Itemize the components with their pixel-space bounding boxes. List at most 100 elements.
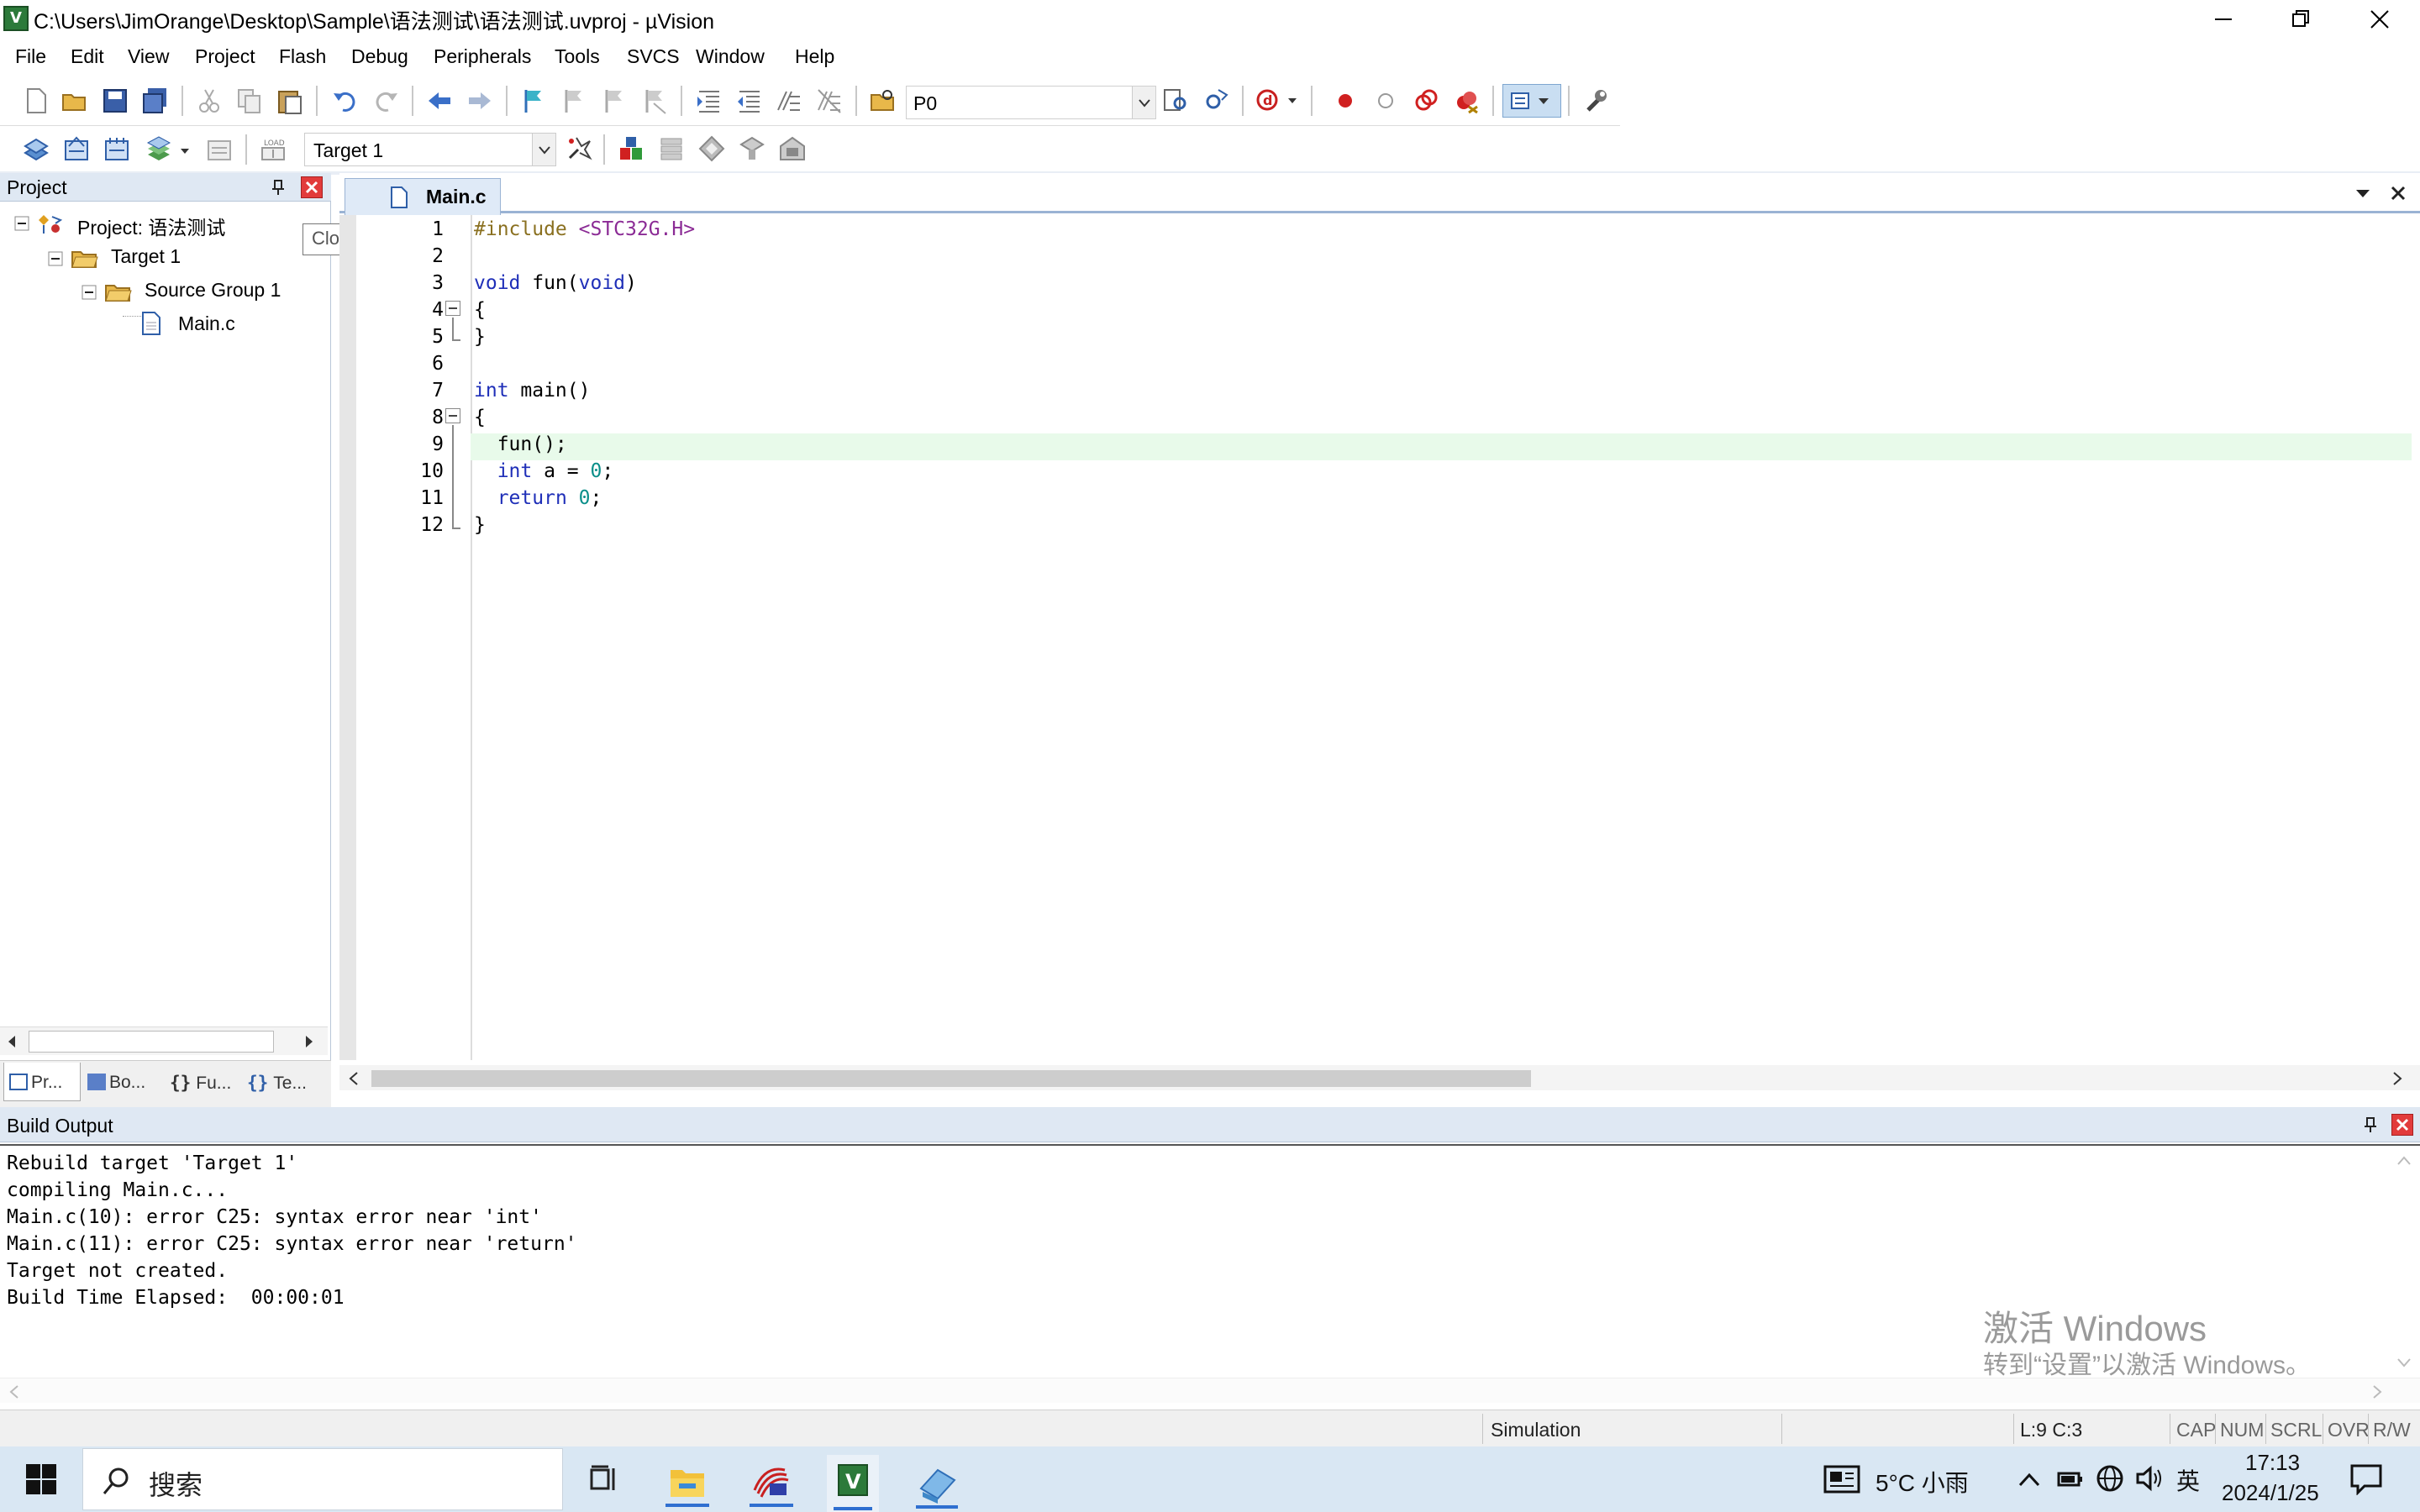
build-icon[interactable]: [62, 134, 91, 163]
next-bookmark-icon[interactable]: [600, 87, 629, 115]
redo-icon[interactable]: [371, 87, 400, 115]
battery-icon[interactable]: [2057, 1467, 2084, 1492]
scroll-left-icon[interactable]: [348, 1071, 360, 1086]
menu-window[interactable]: Window: [696, 45, 765, 68]
tab-books[interactable]: Bo...: [86, 1063, 163, 1101]
menu-peripherals[interactable]: Peripherals: [434, 45, 531, 68]
configure-wrench-icon[interactable]: [1581, 87, 1610, 115]
menu-flash[interactable]: Flash: [279, 45, 326, 68]
code-area[interactable]: #include <STC32G.H> void fun(void) { } i…: [471, 215, 2420, 1060]
debug-session-icon[interactable]: d: [1255, 87, 1284, 115]
collapse-toggle-icon[interactable]: [13, 215, 30, 232]
close-build-output-button[interactable]: [2391, 1114, 2413, 1136]
code-line-9-current[interactable]: fun();: [471, 433, 2412, 460]
save-icon[interactable]: [101, 87, 129, 115]
tree-item-target[interactable]: Target 1: [111, 245, 181, 268]
menu-debug[interactable]: Debug: [351, 45, 408, 68]
output-horizontal-scrollbar[interactable]: [0, 1378, 2420, 1403]
scroll-left-icon[interactable]: [5, 1034, 18, 1049]
tab-templates[interactable]: {} Te...: [245, 1063, 328, 1101]
stop-build-icon[interactable]: [205, 134, 234, 163]
tab-list-dropdown-icon[interactable]: [2353, 183, 2373, 203]
target-options-icon[interactable]: [565, 134, 593, 163]
menu-edit[interactable]: Edit: [71, 45, 104, 68]
indent-icon[interactable]: [694, 87, 723, 115]
pack-installer-icon[interactable]: [738, 134, 766, 163]
output-line[interactable]: compiling Main.c...: [7, 1179, 228, 1201]
code-line-6[interactable]: [471, 353, 2412, 380]
output-vertical-scrollbar[interactable]: [2391, 1149, 2417, 1378]
close-window-button[interactable]: [2339, 0, 2417, 39]
menu-project[interactable]: Project: [195, 45, 255, 68]
incremental-find-icon[interactable]: [1202, 87, 1230, 115]
output-line[interactable]: Rebuild target 'Target 1': [7, 1152, 297, 1174]
disable-all-breakpoints-icon[interactable]: [1412, 87, 1440, 115]
select-packs-icon[interactable]: [697, 134, 726, 163]
collapse-toggle-icon[interactable]: [47, 250, 64, 267]
file-explorer-icon[interactable]: [664, 1458, 711, 1507]
fold-toggle-icon[interactable]: [445, 408, 460, 423]
show-hidden-icons-icon[interactable]: [2017, 1470, 2042, 1490]
tab-functions[interactable]: {} Fu...: [168, 1063, 240, 1101]
clear-bookmarks-icon[interactable]: [640, 87, 669, 115]
menu-help[interactable]: Help: [795, 45, 834, 68]
save-all-icon[interactable]: [141, 87, 170, 115]
code-line-1[interactable]: #include <STC32G.H>: [471, 218, 2412, 245]
navigate-forward-icon[interactable]: [466, 87, 494, 115]
uncomment-icon[interactable]: [815, 87, 844, 115]
flash-tool-icon[interactable]: [748, 1458, 795, 1507]
code-line-3[interactable]: void fun(void): [471, 272, 2412, 299]
scroll-thumb[interactable]: [29, 1031, 274, 1053]
rebuild-icon[interactable]: [103, 134, 131, 163]
project-horizontal-scrollbar[interactable]: [0, 1026, 328, 1055]
prev-bookmark-icon[interactable]: [560, 87, 588, 115]
paste-icon[interactable]: [276, 87, 304, 115]
find-combo[interactable]: P0: [906, 86, 1156, 119]
output-line[interactable]: Main.c(10): error C25: syntax error near…: [7, 1206, 542, 1228]
chevron-down-icon[interactable]: [1132, 87, 1155, 118]
fold-toggle-icon[interactable]: [445, 301, 460, 316]
tree-item-source-group[interactable]: Source Group 1: [145, 279, 281, 302]
find-in-files-icon[interactable]: [869, 87, 897, 115]
copy-icon[interactable]: [235, 87, 264, 115]
tree-item-main-c[interactable]: Main.c: [178, 312, 235, 335]
scroll-left-icon[interactable]: [8, 1384, 20, 1399]
collapse-toggle-icon[interactable]: [81, 284, 97, 301]
network-globe-icon[interactable]: [2096, 1463, 2124, 1494]
code-line-10[interactable]: int a = 0;: [471, 460, 2412, 487]
menu-tools[interactable]: Tools: [555, 45, 600, 68]
input-method-indicator[interactable]: 英: [2176, 1463, 2200, 1497]
taskbar-search-box[interactable]: 搜索: [82, 1448, 563, 1510]
navigate-back-icon[interactable]: [425, 87, 454, 115]
close-editor-icon[interactable]: [2388, 183, 2408, 203]
output-line[interactable]: Build Time Elapsed: 00:00:01: [7, 1287, 345, 1309]
chevron-down-icon[interactable]: [532, 134, 555, 165]
volume-icon[interactable]: [2134, 1463, 2165, 1494]
output-line[interactable]: Main.c(11): error C25: syntax error near…: [7, 1233, 577, 1255]
stc-isp-icon[interactable]: [911, 1458, 963, 1509]
restore-button[interactable]: [2262, 0, 2339, 39]
code-line-2[interactable]: [471, 245, 2412, 272]
task-view-icon[interactable]: [588, 1463, 620, 1495]
tab-main-c[interactable]: Main.c: [345, 178, 501, 215]
pin-icon[interactable]: [2361, 1116, 2380, 1134]
window-layout-icon[interactable]: [1502, 84, 1561, 118]
target-select[interactable]: Target 1: [304, 133, 556, 166]
find-icon[interactable]: [1161, 87, 1190, 115]
kill-all-breakpoints-icon[interactable]: [1452, 87, 1481, 115]
code-line-11[interactable]: return 0;: [471, 487, 2412, 514]
manage-components-icon[interactable]: [657, 134, 686, 163]
bookmark-icon[interactable]: [519, 87, 548, 115]
undo-icon[interactable]: [331, 87, 360, 115]
uvision-taskbar-icon[interactable]: V: [827, 1455, 879, 1512]
news-widget-icon[interactable]: [1823, 1465, 1860, 1494]
code-line-7[interactable]: int main(): [471, 380, 2412, 407]
code-line-12[interactable]: }: [471, 514, 2412, 541]
menu-view[interactable]: View: [128, 45, 169, 68]
scroll-right-icon[interactable]: [2371, 1384, 2383, 1399]
pin-icon[interactable]: [269, 178, 287, 197]
minimize-button[interactable]: [2185, 0, 2262, 39]
editor-horizontal-scrollbar[interactable]: [339, 1065, 2420, 1090]
weather-text[interactable]: 5°C 小雨: [1876, 1465, 1969, 1499]
taskbar-time[interactable]: 17:13: [2245, 1450, 2300, 1476]
